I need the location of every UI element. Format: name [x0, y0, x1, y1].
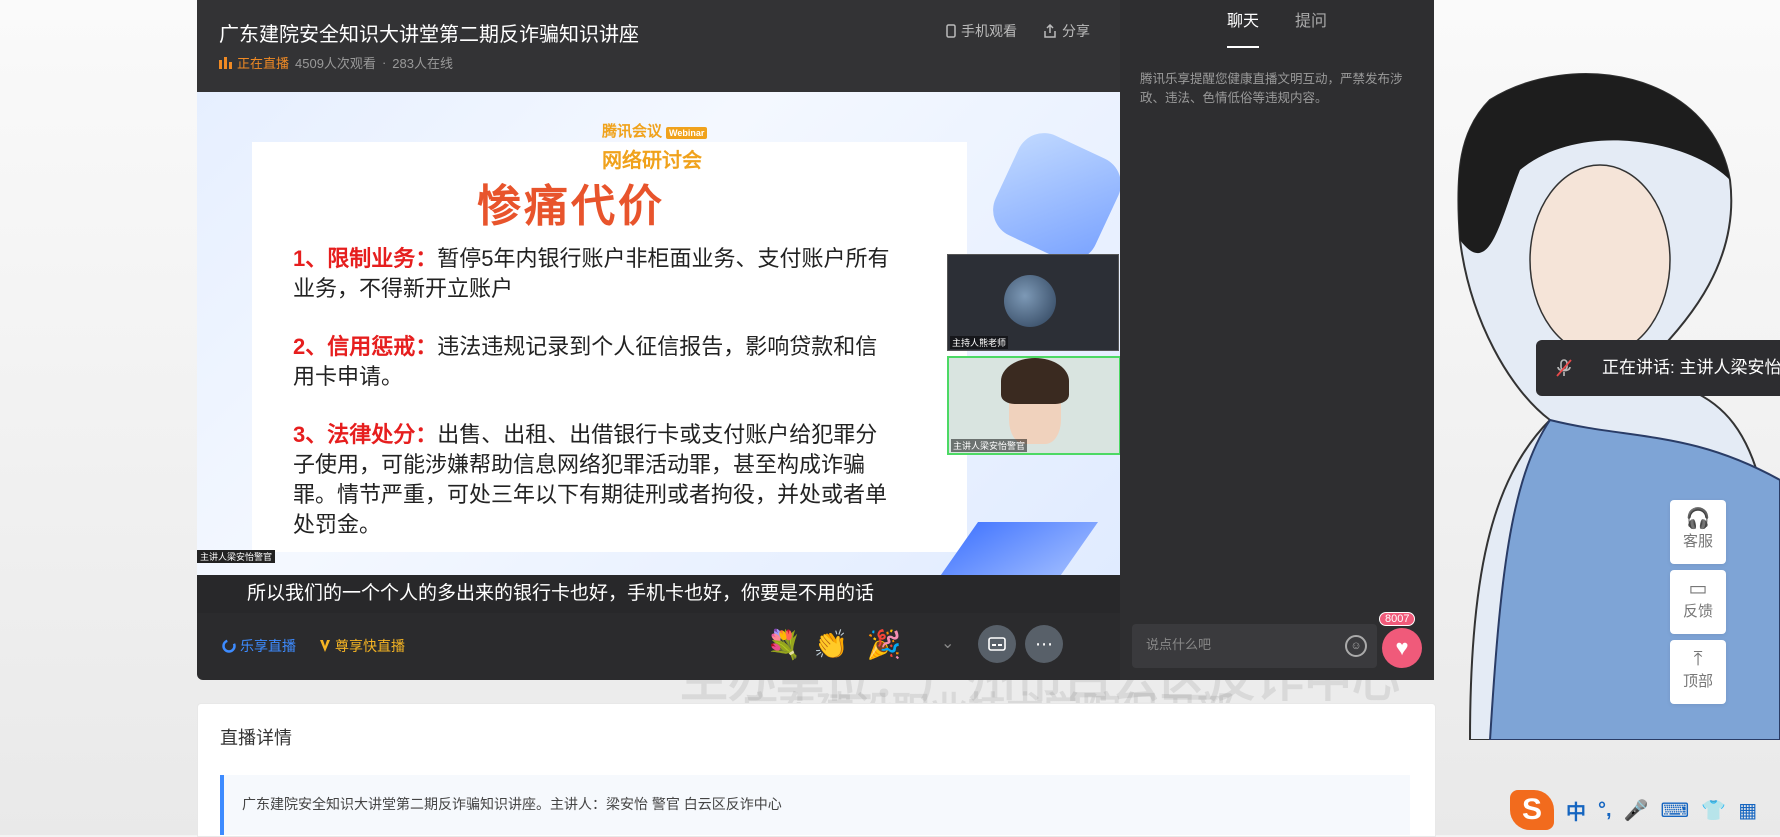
- speaking-text: 正在讲话: 主讲人梁安怡: [1602, 358, 1780, 377]
- speaking-banner: 正在讲话: 主讲人梁安怡: [1536, 340, 1780, 396]
- host-label: 主持人熊老师: [950, 336, 1009, 349]
- ime-toolbar: S 中 °, 🎤 ⌨ 👕 ▦: [1510, 790, 1757, 830]
- video-area[interactable]: 腾讯会议 Webinar 网络研讨会 惨痛代价 1、限制业务：暂停5年内银行账户非…: [197, 92, 1120, 575]
- headset-icon: 🎧: [1685, 508, 1711, 530]
- fast-live-label: 尊享快直播: [335, 638, 405, 654]
- feedback-icon: ▭: [1688, 578, 1708, 600]
- sidebar-tabs: 聊天 提问: [1120, 0, 1434, 48]
- heart-icon: ♥: [1395, 635, 1409, 660]
- slide-brand-subtitle: 网络研讨会: [602, 150, 702, 172]
- chat-input-box: ☺: [1132, 624, 1377, 668]
- slide-item: 1、限制业务：暂停5年内银行账户非柜面业务、支付账户所有业务，不得新开立账户: [293, 244, 893, 304]
- live-stats: 正在直播 4509人次观看 · 283人在线: [219, 53, 453, 72]
- chat-notice: 腾讯乐享提醒您健康直播文明互动，严禁发布涉政、违法、色情低俗等违规内容。: [1140, 72, 1403, 105]
- mic-muted-icon: [1554, 358, 1574, 378]
- like-count-badge: 8007: [1379, 612, 1416, 626]
- feedback-button[interactable]: ▭ 反馈: [1670, 570, 1726, 634]
- slide-item-head: 2、信用惩戒：: [293, 334, 438, 359]
- lexiang-live-logo[interactable]: 乐享直播: [222, 636, 296, 656]
- speaker-video-thumbnail[interactable]: 主讲人梁安怡警官: [947, 356, 1120, 455]
- mobile-view-label: 手机观看: [961, 23, 1017, 39]
- fast-live-icon: [320, 640, 330, 652]
- chat-sidebar: 聊天 提问 腾讯乐享提醒您健康直播文明互动，严禁发布涉政、违法、色情低俗等违规内…: [1120, 0, 1434, 680]
- lexiang-label: 乐享直播: [240, 638, 296, 654]
- brand-name: 腾讯会议: [602, 123, 663, 140]
- online-count: 283人在线: [392, 56, 453, 71]
- fast-live-logo[interactable]: 尊享快直播: [319, 636, 405, 656]
- ime-keyboard-icon[interactable]: ⌨: [1660, 798, 1689, 823]
- live-bars-icon: [219, 56, 232, 69]
- caption-toggle-button[interactable]: [978, 625, 1016, 663]
- emoji-icon[interactable]: ☺: [1345, 635, 1367, 657]
- customer-service-button[interactable]: 🎧 客服: [1670, 500, 1726, 564]
- host-avatar: [1004, 275, 1056, 327]
- slide-brand: 腾讯会议 Webinar: [602, 120, 708, 141]
- more-options-button[interactable]: ⋯: [1025, 625, 1063, 663]
- chat-input[interactable]: [1144, 636, 1338, 653]
- arrow-up-icon: ⤒: [1693, 648, 1703, 670]
- back-to-top-button[interactable]: ⤒ 顶部: [1670, 640, 1726, 704]
- back-to-top-label: 顶部: [1682, 673, 1713, 690]
- speaker-avatar: [1001, 358, 1069, 444]
- live-title: 广东建院安全知识大讲堂第二期反诈骗知识讲座: [219, 24, 639, 46]
- ime-toolbox-icon[interactable]: ▦: [1738, 798, 1757, 823]
- view-count: 4509人次观看: [295, 56, 376, 71]
- tab-chat[interactable]: 聊天: [1227, 0, 1260, 48]
- clap-reaction-icon[interactable]: 👏: [812, 626, 850, 664]
- player-bottom-bar: 乐享直播 尊享快直播 💐 👏 🎉 ⌄ ⋯: [197, 613, 1120, 680]
- phone-icon: [946, 24, 956, 38]
- share-button[interactable]: 分享: [1043, 21, 1090, 41]
- sogou-logo-icon[interactable]: S: [1510, 790, 1554, 830]
- mobile-view-button[interactable]: 手机观看: [946, 21, 1017, 41]
- ime-chinese-mode[interactable]: 中: [1566, 796, 1586, 825]
- header-actions: 手机观看 分享: [946, 21, 1090, 41]
- share-icon: [1044, 24, 1056, 38]
- slide-body: 1、限制业务：暂停5年内银行账户非柜面业务、支付账户所有业务，不得新开立账户 2…: [293, 244, 893, 568]
- like-button[interactable]: ♥: [1382, 628, 1422, 668]
- reaction-expand-icon[interactable]: ⌄: [941, 633, 954, 653]
- brand-badge: Webinar: [666, 127, 708, 139]
- slide-item: 3、法律处分：出售、出租、出借银行卡或支付账户给犯罪分子使用，可能涉嫌帮助信息网…: [293, 420, 893, 540]
- live-caption: 所以我们的一个个人的多出来的银行卡也好，手机卡也好，你要是不用的话: [197, 575, 1120, 613]
- ime-skin-icon[interactable]: 👕: [1701, 798, 1726, 823]
- share-label: 分享: [1062, 23, 1090, 39]
- slide-item-head: 3、法律处分：: [293, 422, 438, 447]
- ime-punctuation[interactable]: °,: [1598, 799, 1612, 822]
- presenter-label: 主讲人梁安怡警官: [197, 550, 276, 563]
- live-details-panel: 直播详情 广东建院安全知识大讲堂第二期反诈骗知识讲座。主讲人：梁安怡 警官 白云…: [197, 703, 1436, 837]
- slide-item-head: 1、限制业务：: [293, 246, 438, 271]
- tab-questions[interactable]: 提问: [1295, 0, 1327, 48]
- slide-title: 惨痛代价: [477, 182, 665, 231]
- celebrate-reaction-icon[interactable]: 🎉: [865, 626, 903, 664]
- slide-item: 2、信用惩戒：违法违规记录到个人征信报告，影响贷款和信用卡申请。: [293, 332, 893, 392]
- live-status: 正在直播: [219, 53, 289, 72]
- lexiang-icon: [222, 639, 236, 653]
- slide-decoration: [983, 123, 1120, 271]
- right-rail: 🎧 客服 ▭ 反馈 ⤒ 顶部: [1670, 500, 1726, 710]
- live-status-label: 正在直播: [237, 56, 290, 71]
- live-player: 广东建院安全知识大讲堂第二期反诈骗知识讲座 正在直播 4509人次观看 · 28…: [197, 0, 1434, 680]
- flower-reaction-icon[interactable]: 💐: [765, 626, 803, 664]
- customer-service-label: 客服: [1682, 533, 1713, 550]
- details-description: 广东建院安全知识大讲堂第二期反诈骗知识讲座。主讲人：梁安怡 警官 白云区反诈中心: [220, 775, 1410, 835]
- host-video-thumbnail[interactable]: 主持人熊老师: [947, 254, 1119, 351]
- background-illustration: [1457, 73, 1780, 740]
- stats-separator: ·: [381, 55, 387, 70]
- details-heading: 直播详情: [220, 728, 292, 748]
- ime-voice-icon[interactable]: 🎤: [1624, 798, 1649, 823]
- speaker-label: 主讲人梁安怡警官: [951, 439, 1028, 452]
- caption-icon: [988, 637, 1006, 651]
- player-header: 广东建院安全知识大讲堂第二期反诈骗知识讲座 正在直播 4509人次观看 · 28…: [197, 0, 1120, 92]
- feedback-label: 反馈: [1682, 603, 1713, 620]
